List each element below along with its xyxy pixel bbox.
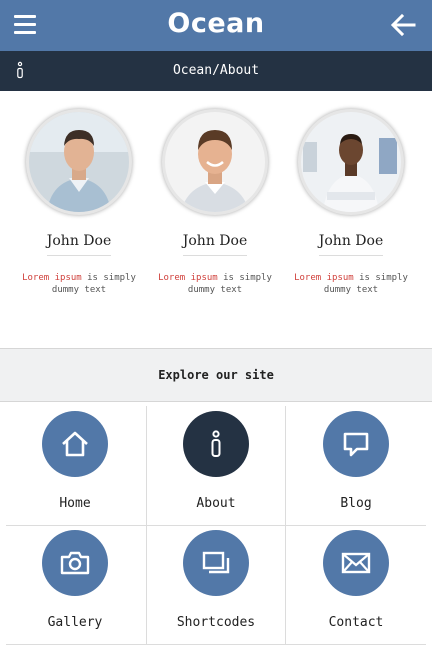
avatar xyxy=(298,109,404,215)
team-member: John Doe Lorem ipsum is simply dummy tex… xyxy=(9,109,149,296)
speech-bubble-icon xyxy=(323,411,389,477)
windows-icon xyxy=(183,530,249,596)
top-app-bar: Ocean xyxy=(0,0,432,51)
divider xyxy=(319,255,383,256)
member-description: Lorem ipsum is simply dummy text xyxy=(158,273,272,295)
nav-item-about[interactable]: About xyxy=(146,402,286,521)
nav-label: About xyxy=(196,496,236,511)
nav-item-blog[interactable]: Blog xyxy=(286,402,426,521)
section-title: Explore our site xyxy=(158,368,274,382)
breadcrumb-bar: Ocean/About xyxy=(0,51,432,91)
nav-label: Blog xyxy=(340,496,372,511)
member-name: John Doe xyxy=(318,233,384,249)
home-icon xyxy=(42,411,108,477)
divider xyxy=(183,255,247,256)
avatar xyxy=(162,109,268,215)
nav-item-contact[interactable]: Contact xyxy=(286,521,426,640)
nav-grid: Home About Blog Gallery Shortcodes Conta… xyxy=(0,402,432,645)
team-member: John Doe Lorem ipsum is simply dummy tex… xyxy=(281,109,421,296)
breadcrumb: Ocean/About xyxy=(172,63,260,78)
nav-item-home[interactable]: Home xyxy=(5,402,145,521)
app-logo[interactable]: Ocean xyxy=(0,8,432,39)
team-section: John Doe Lorem ipsum is simply dummy tex… xyxy=(0,91,432,348)
member-name: John Doe xyxy=(182,233,248,249)
divider xyxy=(47,255,111,256)
nav-label: Contact xyxy=(328,615,384,630)
nav-label: Home xyxy=(59,496,91,511)
nav-item-shortcodes[interactable]: Shortcodes xyxy=(146,521,286,640)
member-description: Lorem ipsum is simply dummy text xyxy=(22,273,136,295)
camera-icon xyxy=(42,530,108,596)
envelope-icon xyxy=(323,530,389,596)
nav-label: Shortcodes xyxy=(176,615,256,630)
member-name: John Doe xyxy=(46,233,112,249)
member-description: Lorem ipsum is simply dummy text xyxy=(294,273,408,295)
avatar xyxy=(26,109,132,215)
info-icon xyxy=(183,411,249,477)
nav-item-gallery[interactable]: Gallery xyxy=(5,521,145,640)
arrow-left-icon[interactable] xyxy=(390,13,416,37)
team-member: John Doe Lorem ipsum is simply dummy tex… xyxy=(145,109,285,296)
nav-label: Gallery xyxy=(47,615,103,630)
explore-header: Explore our site xyxy=(0,348,432,402)
